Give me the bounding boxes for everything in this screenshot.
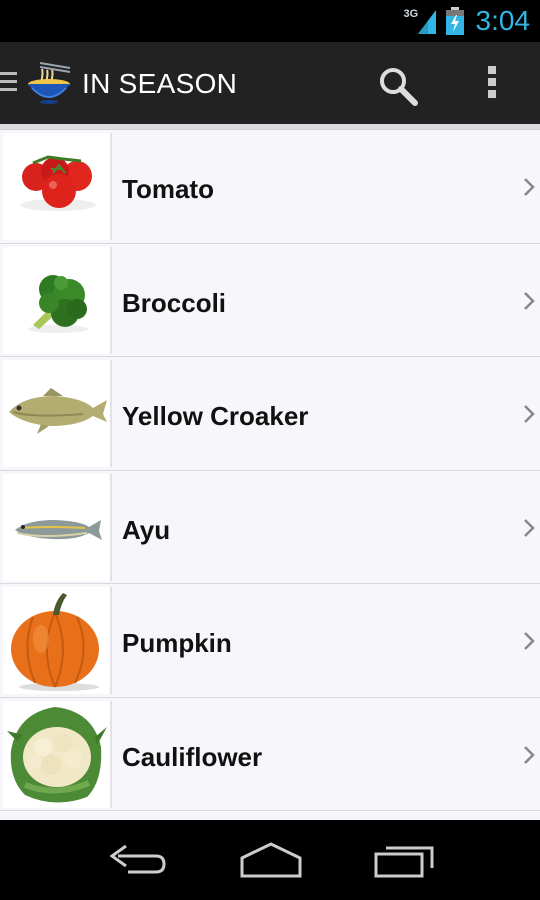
search-icon[interactable] [376, 64, 420, 108]
tomato-image [3, 133, 112, 240]
item-list: Tomato Broccoli Yellow Croaker Ayu Pumpk… [0, 124, 540, 820]
chevron-right-icon [524, 745, 535, 764]
pumpkin-image [3, 587, 112, 694]
home-icon[interactable] [236, 838, 306, 882]
chevron-right-icon [524, 178, 535, 196]
item-label: Tomato [122, 174, 214, 204]
drawer-indicator-icon[interactable] [0, 72, 18, 94]
list-item-tomato[interactable]: Tomato [0, 130, 540, 244]
overflow-menu-icon[interactable] [486, 66, 498, 102]
item-label: Cauliflower [122, 741, 263, 772]
battery-charging-icon [445, 7, 464, 35]
status-bar: 3G 3:04 [0, 0, 540, 42]
network-type: 3G [403, 8, 419, 20]
page-title: IN SEASON [82, 68, 238, 99]
signal-icon: 3G [404, 6, 438, 36]
item-label: Ayu [122, 514, 171, 545]
back-icon[interactable] [104, 838, 174, 882]
list-item-ayu[interactable]: Ayu [0, 471, 540, 584]
item-label: Broccoli [122, 287, 227, 318]
ayu-image [3, 473, 112, 581]
navigation-bar [0, 820, 540, 900]
item-label: Pumpkin [122, 628, 232, 658]
item-label: Yellow Croaker [122, 401, 309, 431]
status-icons: 3G 3:04 [404, 4, 531, 38]
list-item-broccoli[interactable]: Broccoli [0, 244, 540, 357]
chevron-right-icon [524, 291, 535, 310]
chevron-right-icon [524, 632, 535, 650]
list-item-pumpkin[interactable]: Pumpkin [0, 584, 540, 698]
cauliflower-image [3, 700, 112, 808]
noodle-bowl-icon[interactable] [26, 60, 72, 106]
recent-apps-icon[interactable] [372, 838, 442, 882]
action-bar: IN SEASON [0, 42, 540, 124]
list-item-yellow-croaker[interactable]: Yellow Croaker [0, 357, 540, 471]
clock: 3:04 [475, 5, 531, 36]
chevron-right-icon [524, 405, 535, 423]
yellow-croaker-image [3, 360, 112, 467]
list-item-cauliflower[interactable]: Cauliflower [0, 698, 540, 811]
broccoli-image [3, 246, 112, 354]
chevron-right-icon [524, 518, 535, 537]
